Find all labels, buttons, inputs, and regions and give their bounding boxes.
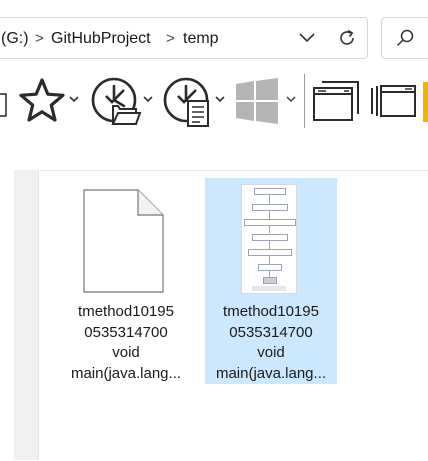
toolbar-divider [304, 74, 305, 128]
file-name: tmethod10195 0535314700 void main(java.l… [205, 302, 337, 384]
start-menu-button[interactable] [232, 74, 298, 130]
clock-document-icon [163, 77, 225, 127]
breadcrumb-separator[interactable]: > [166, 30, 175, 47]
file-name-line: void [112, 344, 140, 361]
generic-file-icon [83, 189, 164, 293]
clock-folder-icon [91, 77, 153, 125]
new-window-button[interactable] [312, 74, 362, 130]
file-name-line: tmethod10195 [78, 303, 174, 320]
breadcrumb-separator[interactable]: > [35, 30, 44, 47]
chevron-down-icon [299, 33, 315, 43]
pane-icon [0, 93, 7, 117]
file-item[interactable]: tmethod10195 0535314700 void main(java.l… [60, 178, 192, 384]
recent-documents-button[interactable] [160, 74, 226, 130]
multiple-windows-button[interactable] [368, 74, 428, 130]
navigation-pane[interactable] [14, 170, 39, 460]
recent-files-button[interactable] [88, 74, 154, 130]
star-icon [19, 78, 79, 122]
file-name-line: 0535314700 [84, 323, 168, 341]
refresh-icon [340, 29, 354, 45]
address-history-button[interactable] [287, 18, 327, 58]
favorites-button[interactable] [16, 74, 82, 130]
file-item-selected[interactable]: tmethod10195 0535314700 void main(java.l… [205, 178, 337, 384]
file-name-line: 0535314700 [229, 323, 313, 341]
windows-icon [236, 78, 296, 124]
search-icon [396, 29, 414, 47]
address-bar[interactable]: (G:) > GitHubProject > temp [0, 17, 368, 59]
breadcrumb-temp[interactable]: temp [183, 30, 219, 48]
pane-toggle-button[interactable] [0, 74, 10, 130]
refresh-button[interactable] [327, 18, 367, 58]
file-name-line: tmethod10195 [223, 303, 319, 320]
file-name-line: main(java.lang... [215, 364, 327, 382]
breadcrumb-drive[interactable]: (G:) [1, 30, 29, 48]
flowchart-thumbnail [241, 184, 297, 294]
file-name-line: void [257, 344, 285, 361]
file-name: tmethod10195 0535314700 void main(java.l… [60, 302, 192, 384]
file-name-line: main(java.lang... [70, 364, 182, 382]
breadcrumb-githubproject[interactable]: GitHubProject [51, 30, 151, 48]
windows-cascade-icon [371, 82, 428, 122]
window-stack-icon [313, 81, 359, 121]
search-box[interactable] [381, 17, 428, 59]
